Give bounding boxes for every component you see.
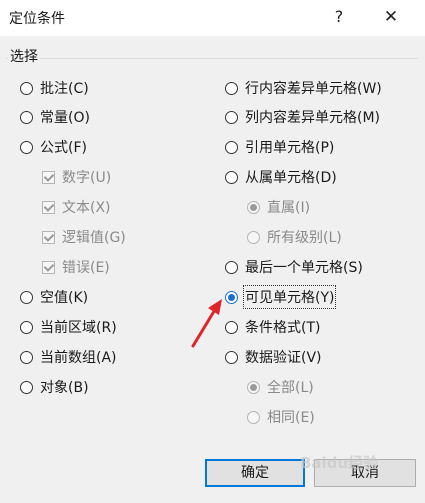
- radio-formulas[interactable]: 公式(F): [20, 136, 87, 158]
- radio-button[interactable]: [20, 140, 33, 154]
- option-label: 最后一个单元格(S): [245, 260, 363, 276]
- dialog-title: 定位条件: [9, 11, 65, 27]
- option-label: 批注(C): [40, 81, 89, 97]
- radio-button[interactable]: [20, 290, 33, 304]
- option-label: 公式(F): [40, 140, 87, 156]
- radio-last-cell[interactable]: 最后一个单元格(S): [225, 256, 363, 278]
- option-label: 文本(X): [62, 200, 111, 216]
- radio-button[interactable]: [225, 140, 238, 154]
- option-label: 空值(K): [40, 290, 89, 306]
- option-label: 对象(B): [40, 380, 89, 396]
- option-label: 列内容差异单元格(M): [245, 110, 381, 126]
- checkbox-numbers[interactable]: 数字(U): [42, 166, 111, 188]
- annotation-arrow-icon: [191, 299, 222, 348]
- radio-all-levels[interactable]: 所有级别(L): [247, 226, 342, 248]
- watermark: Baidu经验: [300, 454, 379, 472]
- option-label: 可见单元格(Y): [242, 285, 337, 309]
- radio-all[interactable]: 全部(L): [247, 376, 314, 398]
- radio-same[interactable]: 相同(E): [247, 406, 315, 428]
- radio-row-differences[interactable]: 行内容差异单元格(W): [225, 77, 382, 99]
- option-label: 当前区域(R): [40, 320, 117, 336]
- radio-button[interactable]: [247, 380, 260, 394]
- help-button[interactable]: ?: [324, 4, 354, 30]
- option-label: 从属单元格(D): [245, 170, 337, 186]
- group-label: 选择: [8, 46, 40, 66]
- radio-data-validation[interactable]: 数据验证(V): [225, 346, 322, 368]
- radio-button[interactable]: [20, 110, 33, 124]
- option-label: 行内容差异单元格(W): [245, 81, 382, 97]
- radio-button[interactable]: [247, 410, 260, 424]
- option-label: 条件格式(T): [245, 320, 321, 336]
- option-label: 引用单元格(P): [245, 140, 335, 156]
- radio-current-array[interactable]: 当前数组(A): [20, 346, 117, 368]
- option-label: 全部(L): [267, 380, 314, 396]
- checkbox-logicals[interactable]: 逻辑值(G): [42, 226, 126, 248]
- radio-dependents[interactable]: 从属单元格(D): [225, 166, 337, 188]
- radio-conditional-formats[interactable]: 条件格式(T): [225, 316, 320, 338]
- radio-button[interactable]: [20, 81, 33, 95]
- option-label: 当前数组(A): [40, 350, 117, 366]
- radio-button[interactable]: [247, 200, 260, 214]
- radio-direct-only[interactable]: 直属(I): [247, 196, 310, 218]
- radio-column-differences[interactable]: 列内容差异单元格(M): [225, 106, 380, 128]
- radio-button[interactable]: [20, 320, 33, 334]
- ok-button[interactable]: 确定: [205, 459, 305, 487]
- radio-blanks[interactable]: 空值(K): [20, 286, 88, 308]
- radio-current-region[interactable]: 当前区域(R): [20, 316, 117, 338]
- radio-button[interactable]: [225, 260, 238, 274]
- radio-objects[interactable]: 对象(B): [20, 376, 89, 398]
- checkbox[interactable]: [42, 230, 55, 244]
- title-bar: 定位条件 ? ✕: [0, 0, 425, 36]
- option-label: 数据验证(V): [245, 350, 322, 366]
- radio-button[interactable]: [247, 230, 260, 244]
- option-label: 数字(U): [62, 170, 112, 186]
- radio-button[interactable]: [225, 350, 238, 364]
- checkbox-errors[interactable]: 错误(E): [42, 256, 110, 278]
- checkbox-text[interactable]: 文本(X): [42, 196, 111, 218]
- option-label: 常量(O): [40, 110, 90, 126]
- radio-button[interactable]: [20, 380, 33, 394]
- radio-comments[interactable]: 批注(C): [20, 77, 89, 99]
- option-label: 错误(E): [62, 260, 110, 276]
- checkbox[interactable]: [42, 200, 55, 214]
- radio-visible-cells[interactable]: 可见单元格(Y): [225, 285, 337, 309]
- close-button[interactable]: ✕: [376, 4, 406, 30]
- checkbox[interactable]: [42, 260, 55, 274]
- option-label: 所有级别(L): [267, 230, 342, 246]
- option-label: 逻辑值(G): [62, 230, 126, 246]
- radio-precedents[interactable]: 引用单元格(P): [225, 136, 334, 158]
- radio-constants[interactable]: 常量(O): [20, 106, 90, 128]
- option-label: 相同(E): [267, 410, 315, 426]
- radio-button[interactable]: [225, 110, 238, 124]
- radio-button[interactable]: [20, 350, 33, 364]
- checkbox[interactable]: [42, 170, 55, 184]
- radio-button[interactable]: [225, 81, 238, 95]
- radio-button[interactable]: [225, 170, 238, 184]
- option-label: 直属(I): [267, 200, 311, 216]
